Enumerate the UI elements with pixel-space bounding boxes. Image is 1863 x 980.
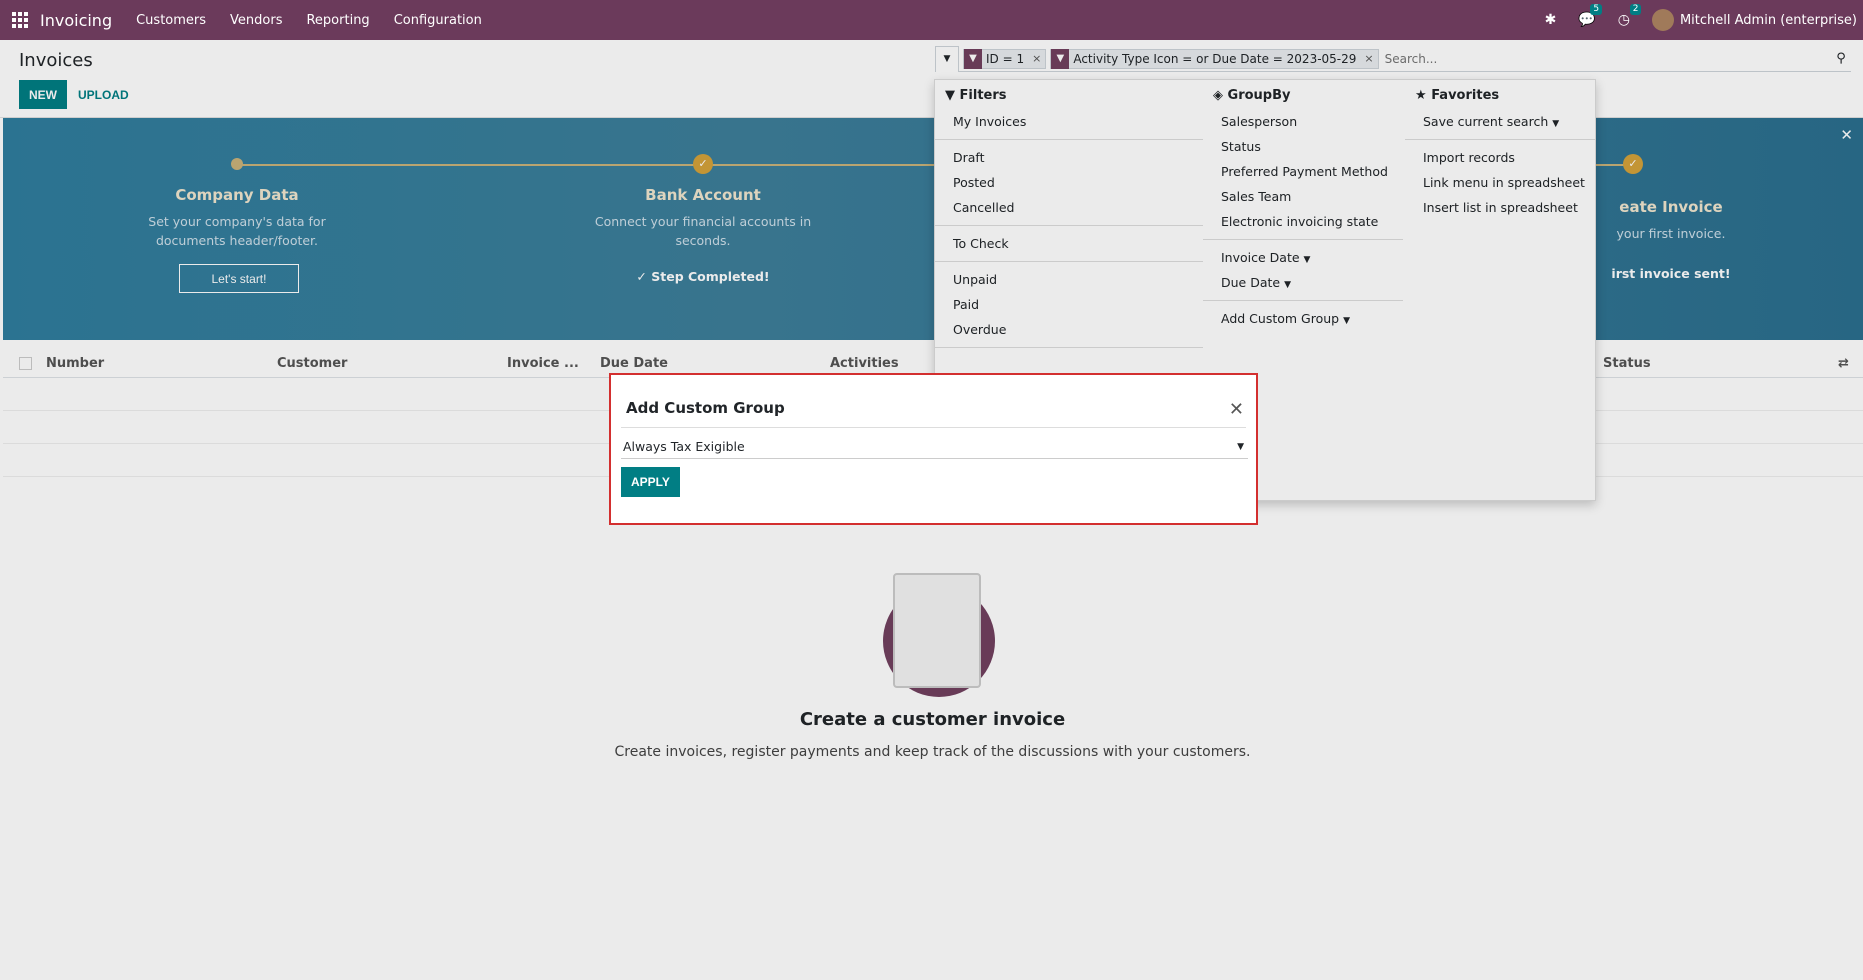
selected-field: Always Tax Exigible [623, 439, 745, 454]
bug-icon[interactable]: ✱ [1545, 12, 1557, 28]
apply-button[interactable]: APPLY [621, 467, 680, 497]
messages-badge: 5 [1590, 4, 1603, 15]
top-navbar: Invoicing Customers Vendors Reporting Co… [0, 0, 1863, 40]
activities-badge: 2 [1629, 4, 1642, 15]
user-menu[interactable]: Mitchell Admin (enterprise) [1680, 13, 1857, 28]
menu-configuration[interactable]: Configuration [394, 13, 482, 28]
custom-group-select[interactable]: Always Tax Exigible ▼ [621, 435, 1248, 459]
menu-vendors[interactable]: Vendors [230, 13, 282, 28]
menu-customers[interactable]: Customers [136, 13, 206, 28]
messages-icon[interactable]: 💬 5 [1578, 4, 1603, 28]
dialog-title: Add Custom Group [626, 399, 785, 417]
app-name[interactable]: Invoicing [40, 11, 112, 30]
avatar[interactable] [1651, 9, 1674, 31]
add-custom-group-dialog: Add Custom Group ✕ Always Tax Exigible ▼… [609, 373, 1258, 525]
caret-down-icon: ▼ [1237, 441, 1244, 452]
activities-clock-icon[interactable]: ◷ 2 [1618, 4, 1642, 28]
menu-reporting[interactable]: Reporting [306, 13, 369, 28]
close-icon[interactable]: ✕ [1229, 399, 1244, 420]
apps-menu-icon[interactable] [0, 0, 40, 40]
